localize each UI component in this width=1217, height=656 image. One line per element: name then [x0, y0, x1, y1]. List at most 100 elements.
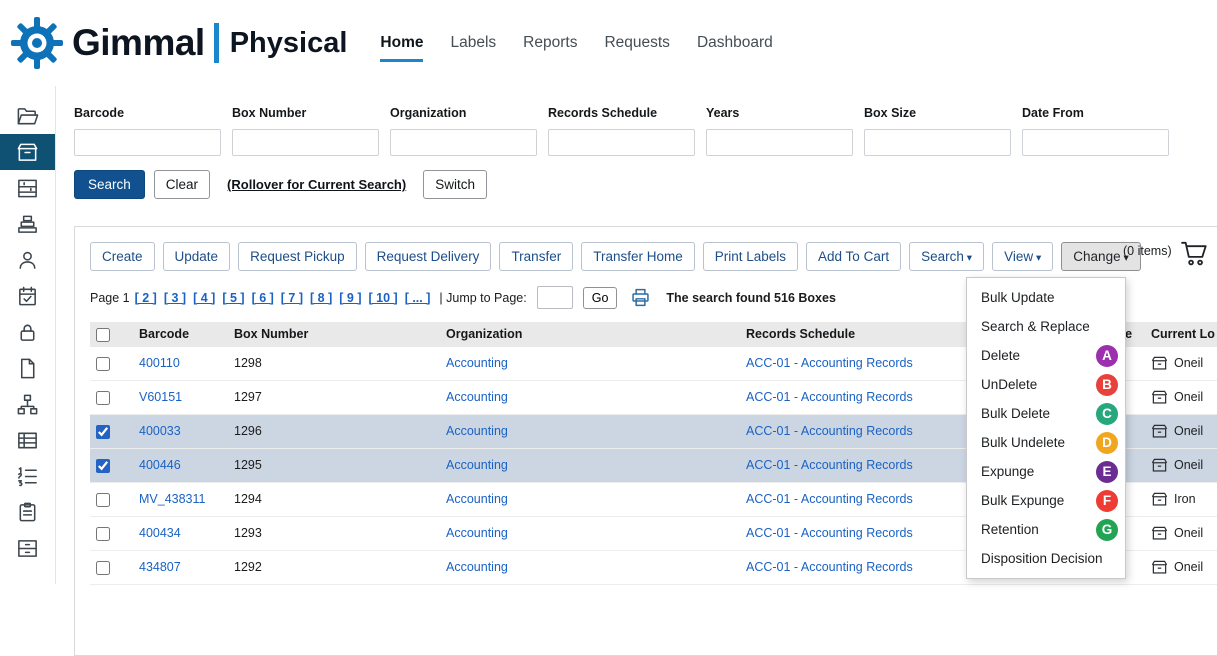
- nav-dashboard[interactable]: Dashboard: [697, 34, 773, 62]
- menu-item-disposition-decision[interactable]: Disposition Decision: [967, 544, 1125, 573]
- page-link-2[interactable]: [ 2 ]: [135, 291, 157, 305]
- row-checkbox[interactable]: [96, 493, 110, 507]
- organization-link[interactable]: Accounting: [446, 390, 508, 404]
- date-from-input[interactable]: [1022, 129, 1169, 156]
- clear-button[interactable]: Clear: [154, 170, 210, 199]
- barcode-link[interactable]: 400446: [139, 458, 181, 472]
- jump-to-page-input[interactable]: [537, 286, 573, 309]
- annotation-badge-E: E: [1096, 461, 1118, 483]
- nav-labels[interactable]: Labels: [450, 34, 496, 62]
- create-button[interactable]: Create: [90, 242, 155, 271]
- page-link-3[interactable]: [ 3 ]: [164, 291, 186, 305]
- gimmal-gear-icon: [10, 16, 64, 70]
- go-button[interactable]: Go: [583, 287, 618, 309]
- cart-icon[interactable]: [1179, 240, 1211, 267]
- sidebar-item-folders[interactable]: [0, 98, 55, 134]
- nav-requests[interactable]: Requests: [604, 34, 669, 62]
- barcode-link[interactable]: 434807: [139, 560, 181, 574]
- organization-link[interactable]: Accounting: [446, 560, 508, 574]
- page-link-9[interactable]: [ 9 ]: [339, 291, 361, 305]
- switch-button[interactable]: Switch: [423, 170, 487, 199]
- records-schedule-link[interactable]: ACC-01 - Accounting Records: [746, 560, 913, 574]
- box-icon: [16, 141, 39, 164]
- add-to-cart-button[interactable]: Add To Cart: [806, 242, 901, 271]
- sitemap-icon: [16, 393, 39, 416]
- page-link-10[interactable]: [ 10 ]: [369, 291, 398, 305]
- current-location-cell: Oneil: [1151, 449, 1217, 482]
- search-menu-button[interactable]: Search: [909, 242, 984, 271]
- barcode-link[interactable]: MV_438311: [139, 492, 206, 506]
- menu-item-search-replace[interactable]: Search & Replace: [967, 312, 1125, 341]
- organization-link[interactable]: Accounting: [446, 356, 508, 370]
- box-size-input[interactable]: [864, 129, 1011, 156]
- results-toolbar: Create Update Request Pickup Request Del…: [90, 242, 1217, 271]
- print-labels-button[interactable]: Print Labels: [703, 242, 798, 271]
- page-link-more[interactable]: [ ... ]: [405, 291, 431, 305]
- sidebar-item-numbering[interactable]: [0, 458, 55, 494]
- menu-item-expunge[interactable]: ExpungeE: [967, 457, 1125, 486]
- request-delivery-button[interactable]: Request Delivery: [365, 242, 492, 271]
- menu-item-undelete[interactable]: UnDeleteB: [967, 370, 1125, 399]
- transfer-button[interactable]: Transfer: [499, 242, 573, 271]
- menu-item-bulk-undelete[interactable]: Bulk UndeleteD: [967, 428, 1125, 457]
- page-link-6[interactable]: [ 6 ]: [252, 291, 274, 305]
- row-checkbox[interactable]: [96, 425, 110, 439]
- organization-link[interactable]: Accounting: [446, 492, 508, 506]
- box-number-cell: 1295: [228, 448, 440, 482]
- barcode-link[interactable]: V60151: [139, 390, 182, 404]
- records-schedule-link[interactable]: ACC-01 - Accounting Records: [746, 424, 913, 438]
- sidebar-item-shelves[interactable]: [0, 170, 55, 206]
- box-number-input[interactable]: [232, 129, 379, 156]
- nav-reports[interactable]: Reports: [523, 34, 577, 62]
- menu-item-bulk-delete[interactable]: Bulk DeleteC: [967, 399, 1125, 428]
- row-checkbox[interactable]: [96, 357, 110, 371]
- sidebar-item-boxes[interactable]: [0, 134, 55, 170]
- sidebar-item-tasks[interactable]: [0, 494, 55, 530]
- menu-item-bulk-update[interactable]: Bulk Update: [967, 283, 1125, 312]
- menu-item-retention[interactable]: RetentionG: [967, 515, 1125, 544]
- organization-link[interactable]: Accounting: [446, 424, 508, 438]
- organization-link[interactable]: Accounting: [446, 526, 508, 540]
- barcode-link[interactable]: 400110: [139, 356, 180, 370]
- sidebar-item-stacks[interactable]: [0, 206, 55, 242]
- page-link-5[interactable]: [ 5 ]: [222, 291, 244, 305]
- barcode-input[interactable]: [74, 129, 221, 156]
- page-link-4[interactable]: [ 4 ]: [193, 291, 215, 305]
- records-schedule-link[interactable]: ACC-01 - Accounting Records: [746, 356, 913, 370]
- sidebar-item-documents[interactable]: [0, 350, 55, 386]
- sidebar-item-security[interactable]: [0, 314, 55, 350]
- organization-link[interactable]: Accounting: [446, 458, 508, 472]
- page-link-8[interactable]: [ 8 ]: [310, 291, 332, 305]
- years-input[interactable]: [706, 129, 853, 156]
- search-button[interactable]: Search: [74, 170, 145, 199]
- row-checkbox[interactable]: [96, 527, 110, 541]
- records-schedule-link[interactable]: ACC-01 - Accounting Records: [746, 492, 913, 506]
- records-schedule-link[interactable]: ACC-01 - Accounting Records: [746, 390, 913, 404]
- organization-input[interactable]: [390, 129, 537, 156]
- update-button[interactable]: Update: [163, 242, 231, 271]
- transfer-home-button[interactable]: Transfer Home: [581, 242, 695, 271]
- select-all-checkbox[interactable]: [96, 328, 110, 342]
- request-pickup-button[interactable]: Request Pickup: [238, 242, 357, 271]
- menu-item-bulk-expunge[interactable]: Bulk ExpungeF: [967, 486, 1125, 515]
- printer-icon[interactable]: [630, 287, 651, 308]
- records-schedule-link[interactable]: ACC-01 - Accounting Records: [746, 526, 913, 540]
- barcode-link[interactable]: 400033: [139, 424, 181, 438]
- sidebar-item-archive[interactable]: [0, 530, 55, 566]
- menu-item-delete[interactable]: DeleteA: [967, 341, 1125, 370]
- records-schedule-input[interactable]: [548, 129, 695, 156]
- sidebar-item-hierarchy[interactable]: [0, 386, 55, 422]
- sidebar-item-users[interactable]: [0, 242, 55, 278]
- sidebar-item-lists[interactable]: [0, 422, 55, 458]
- sidebar-item-schedule[interactable]: [0, 278, 55, 314]
- barcode-link[interactable]: 400434: [139, 526, 181, 540]
- row-checkbox[interactable]: [96, 561, 110, 575]
- view-menu-button[interactable]: View: [992, 242, 1053, 271]
- nav-home[interactable]: Home: [380, 34, 423, 62]
- records-schedule-link[interactable]: ACC-01 - Accounting Records: [746, 458, 913, 472]
- row-checkbox[interactable]: [96, 459, 110, 473]
- rollover-current-search-link[interactable]: (Rollover for Current Search): [227, 177, 406, 192]
- row-checkbox[interactable]: [96, 391, 110, 405]
- location-box-icon: [1151, 424, 1168, 439]
- page-link-7[interactable]: [ 7 ]: [281, 291, 303, 305]
